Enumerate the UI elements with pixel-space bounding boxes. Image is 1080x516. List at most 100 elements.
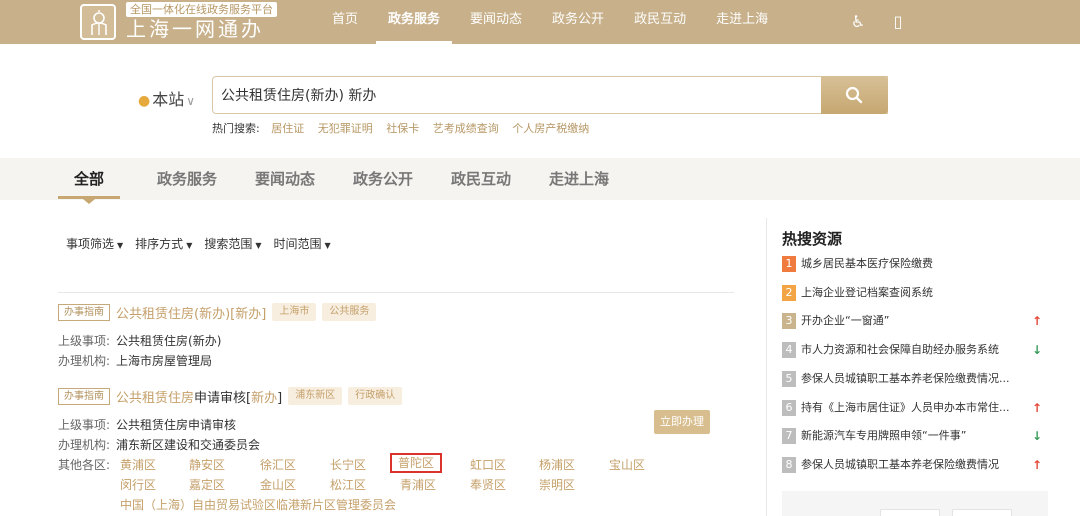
location-selector[interactable]: ● 本站 ∨	[138, 86, 195, 110]
hot-search-label: 热门搜索:	[212, 122, 260, 135]
result-type-badge: 办事指南	[58, 387, 110, 405]
district-link[interactable]: 长宁区	[330, 456, 366, 473]
result-org-row: 办理机构: 上海市房屋管理局	[58, 354, 213, 368]
hot-resource-item[interactable]: 7 新能源汽车专用牌照申领“一件事” ↓	[782, 428, 1048, 446]
site-logo-icon[interactable]	[80, 4, 116, 40]
result-tag: 行政确认	[348, 387, 403, 405]
accessibility-icon[interactable]: ♿	[848, 11, 868, 33]
hot-search-bar: 热门搜索: 居住证 无犯罪证明 社保卡 艺考成绩查询 个人房产税缴纳	[212, 120, 599, 136]
search-icon	[845, 86, 863, 104]
hot-resource-label: 上海企业登记档案查阅系统	[801, 285, 933, 299]
district-row-3: 中国（上海）自由贸易试验区临港新片区管理委员会	[58, 496, 738, 516]
active-tab-caret-icon	[83, 199, 95, 204]
nav-about-shanghai[interactable]: 走进上海	[704, 0, 780, 44]
hot-resource-item[interactable]: 8 参保人员城镇职工基本养老保险缴费情况 ↑	[782, 456, 1048, 475]
filter-time[interactable]: 时间范围 ▼	[274, 235, 331, 252]
trend-up-icon: ↑	[1032, 400, 1043, 415]
district-link[interactable]: 杨浦区	[539, 456, 575, 473]
sidebar-mini-button[interactable]	[952, 509, 1012, 516]
tab-all[interactable]: 全部	[74, 158, 104, 200]
rank-badge: 7	[782, 428, 796, 445]
hot-keyword[interactable]: 艺考成绩查询	[433, 122, 499, 135]
tab-about-shanghai[interactable]: 走进上海	[549, 158, 609, 200]
district-link[interactable]: 奉贤区	[470, 476, 506, 493]
rank-badge: 1	[782, 256, 796, 272]
hot-keyword[interactable]: 无犯罪证明	[318, 122, 373, 135]
sidebar-title: 热搜资源	[782, 230, 843, 248]
tab-interaction[interactable]: 政民互动	[451, 158, 511, 200]
tab-news[interactable]: 要闻动态	[255, 158, 315, 200]
hot-resource-item[interactable]: 5 参保人员城镇职工基本养老保险缴费情况...	[782, 370, 1048, 389]
result-parent-row: 上级事项: 公共租赁住房(新办)	[58, 334, 222, 348]
district-link[interactable]: 嘉定区	[189, 476, 225, 493]
filter-sort[interactable]: 排序方式 ▼	[135, 235, 192, 252]
result-title-row: 办事指南 公共租赁住房申请审核[新办] 浦东新区 行政确认	[58, 386, 403, 406]
result-tag: 浦东新区	[288, 387, 343, 405]
sidebar-mini-button[interactable]	[880, 509, 940, 516]
district-link-highlighted[interactable]: 普陀区	[390, 453, 443, 473]
district-link[interactable]: 虹口区	[470, 456, 506, 473]
main-nav: 首页 政务服务 要闻动态 政务公开 政民互动 走进上海	[320, 0, 786, 44]
result-title-link[interactable]: 公共租赁住房申请审核[新办]	[116, 387, 282, 406]
hot-keyword[interactable]: 居住证	[271, 122, 304, 135]
hot-resource-item[interactable]: 3 开办企业“一窗通” ↑	[782, 313, 1048, 331]
district-link[interactable]: 宝山区	[609, 456, 645, 473]
result-title-link[interactable]: 公共租赁住房(新办)[新办]	[116, 303, 266, 322]
tab-gov-open[interactable]: 政务公开	[353, 158, 413, 200]
filter-label: 排序方式	[135, 237, 184, 251]
brand-tagline: 全国一体化在线政务服务平台	[126, 2, 277, 17]
filter-label: 事项筛选	[66, 237, 115, 251]
caret-down-icon: ▼	[324, 241, 331, 250]
filter-item-type[interactable]: 事项筛选 ▼	[66, 235, 123, 252]
filter-label: 搜索范围	[204, 237, 253, 251]
chevron-down-icon: ∨	[186, 94, 196, 108]
district-link[interactable]: 黄浦区	[120, 456, 156, 473]
tab-gov-services[interactable]: 政务服务	[157, 158, 217, 200]
hot-resource-item[interactable]: 6 持有《上海市居住证》人员申办本市常住... ↑	[782, 399, 1048, 418]
nav-interaction[interactable]: 政民互动	[622, 0, 698, 44]
nav-news[interactable]: 要闻动态	[458, 0, 534, 44]
result-org-row: 办理机构: 浦东新区建设和交通委员会	[58, 438, 261, 452]
filter-scope[interactable]: 搜索范围 ▼	[204, 235, 261, 252]
brand-name[interactable]: 上海一网通办	[126, 18, 264, 40]
mobile-icon[interactable]: ▯	[888, 11, 908, 33]
caret-down-icon: ▼	[117, 241, 124, 250]
result-title-row: 办事指南 公共租赁住房(新办)[新办] 上海市 公共服务	[58, 302, 377, 322]
district-link[interactable]: 徐汇区	[260, 456, 296, 473]
location-label: 本站	[152, 90, 185, 109]
rank-badge: 5	[782, 370, 796, 387]
search-input[interactable]	[221, 77, 821, 113]
caret-down-icon: ▼	[186, 241, 193, 250]
hot-resource-label: 参保人员城镇职工基本养老保险缴费情况...	[801, 371, 1010, 385]
hot-keyword[interactable]: 社保卡	[386, 122, 419, 135]
search-button[interactable]	[821, 76, 888, 114]
district-link[interactable]: 闵行区	[120, 476, 156, 493]
nav-gov-open[interactable]: 政务公开	[540, 0, 616, 44]
district-link[interactable]: 崇明区	[539, 476, 575, 493]
result-tag: 公共服务	[322, 303, 377, 321]
sidebar-border	[766, 218, 767, 516]
hot-resource-label: 城乡居民基本医疗保险缴费	[801, 257, 933, 270]
district-link[interactable]: 青浦区	[400, 476, 436, 493]
apply-now-button[interactable]: 立即办理	[654, 410, 710, 434]
district-link[interactable]: 金山区	[260, 476, 296, 493]
result-tag: 上海市	[272, 303, 317, 321]
rank-badge: 3	[782, 313, 796, 330]
category-tabs: 全部 政务服务 要闻动态 政务公开 政民互动 走进上海	[0, 158, 1080, 200]
nav-gov-services[interactable]: 政务服务	[376, 0, 453, 44]
nav-home[interactable]: 首页	[320, 0, 370, 44]
hot-keyword[interactable]: 个人房产税缴纳	[512, 122, 589, 135]
district-row-1: 黄浦区 静安区 徐汇区 长宁区 普陀区 虹口区 杨浦区 宝山区	[58, 453, 738, 476]
hot-resource-item[interactable]: 1 城乡居民基本医疗保险缴费	[782, 256, 1048, 274]
hot-resource-label: 新能源汽车专用牌照申领“一件事”	[801, 429, 967, 443]
district-link[interactable]: 中国（上海）自由贸易试验区临港新片区管理委员会	[120, 496, 396, 513]
rank-badge: 2	[782, 284, 796, 301]
hot-resource-item[interactable]: 2 上海企业登记档案查阅系统	[782, 284, 1048, 303]
hot-resource-item[interactable]: 4 市人力资源和社会保障自助经办服务系统 ↓	[782, 342, 1048, 360]
district-link[interactable]: 静安区	[189, 456, 225, 473]
location-pin-icon: ●	[138, 93, 151, 109]
district-link[interactable]: 松江区	[330, 476, 366, 493]
result-type-badge: 办事指南	[58, 303, 110, 321]
result-parent-row: 上级事项: 公共租赁住房申请审核	[58, 418, 237, 432]
filter-label: 时间范围	[273, 237, 322, 251]
